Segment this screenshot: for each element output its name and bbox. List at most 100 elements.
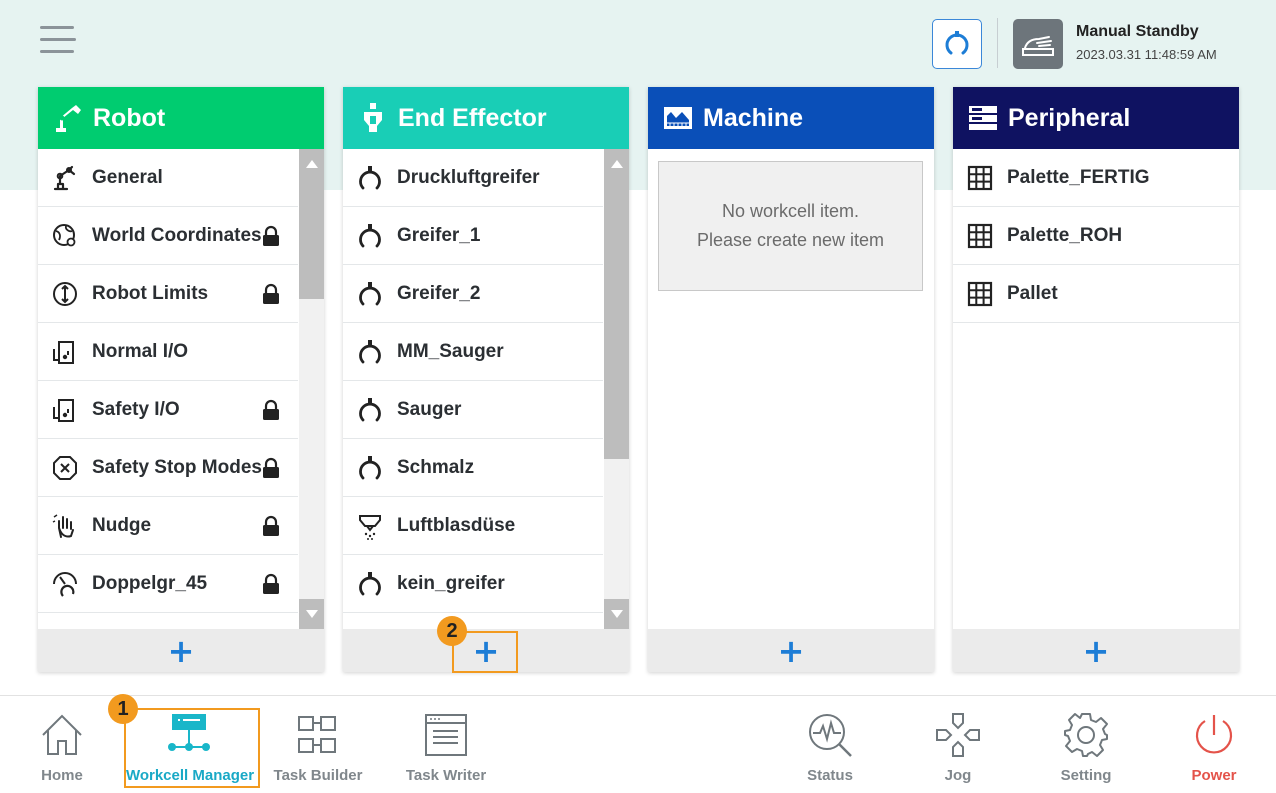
gripper-state-icon <box>945 31 969 55</box>
io-icon <box>50 337 80 367</box>
lock-icon <box>263 457 279 478</box>
scroll-up-icon[interactable] <box>299 149 324 179</box>
gripper-icon <box>355 395 385 425</box>
lock-icon <box>263 283 279 304</box>
peripheral-icon <box>967 102 999 134</box>
gripper-icon <box>355 453 385 483</box>
item-label: Pallet <box>1007 282 1058 304</box>
machine-panel-header: Machine <box>648 87 934 149</box>
nav-power[interactable]: Power <box>1149 711 1276 791</box>
robot-panel-title: Robot <box>93 103 166 132</box>
end-effector-panel-header: End Effector <box>343 87 629 149</box>
peripheral-item[interactable]: Palette_FERTIG <box>953 149 1239 207</box>
item-label: Luftblasdüse <box>397 514 516 536</box>
status-timestamp: 2023.03.31 11:48:59 AM <box>1076 47 1217 62</box>
globe-coordinates-icon <box>50 221 80 251</box>
end-effector-item[interactable]: Luftblasdüse <box>343 497 603 555</box>
item-label: kein_greifer <box>397 572 505 594</box>
peripheral-item-list: Palette_FERTIG Palette_ROH Pallet <box>953 149 1239 629</box>
scroll-down-icon[interactable] <box>604 599 629 629</box>
end-effector-scrollbar[interactable] <box>604 149 629 629</box>
plus-icon: + <box>1082 631 1110 670</box>
item-label: Safety Stop Modes <box>92 456 262 478</box>
robot-item-normal-io[interactable]: Normal I/O <box>38 323 298 381</box>
robot-item-safety-stop-modes[interactable]: Safety Stop Modes <box>38 439 298 497</box>
air-nozzle-icon <box>355 511 385 541</box>
item-label: General <box>92 166 163 188</box>
end-effector-item[interactable]: Druckluftgreifer <box>343 149 603 207</box>
item-label: Palette_FERTIG <box>1007 166 1150 188</box>
lock-icon <box>263 225 279 246</box>
nav-label: Task Builder <box>273 767 363 784</box>
robot-item-robot-limits[interactable]: Robot Limits <box>38 265 298 323</box>
robot-scrollbar[interactable] <box>299 149 324 629</box>
hand-touch-icon <box>50 511 80 541</box>
scroll-up-icon[interactable] <box>604 149 629 179</box>
scroll-thumb[interactable] <box>604 179 629 459</box>
empty-state-message: No workcell item. Please create new item <box>658 161 923 291</box>
scroll-thumb[interactable] <box>299 179 324 299</box>
end-effector-item[interactable]: kein_greifer <box>343 555 603 613</box>
scroll-down-icon[interactable] <box>299 599 324 629</box>
nav-home[interactable]: Home <box>0 711 127 791</box>
robot-panel-header: Robot <box>38 87 324 149</box>
item-label: Greifer_1 <box>397 224 481 246</box>
nav-task-builder[interactable]: Task Builder <box>253 711 383 791</box>
end-effector-item[interactable]: Greifer_1 <box>343 207 603 265</box>
lock-icon <box>263 399 279 420</box>
nav-status[interactable]: Status <box>765 711 895 791</box>
robot-item-list: General World Coordinates Robot Limits N… <box>38 149 324 629</box>
peripheral-item[interactable]: Palette_ROH <box>953 207 1239 265</box>
nav-label: Home <box>41 767 83 784</box>
robot-item-world-coordinates[interactable]: World Coordinates <box>38 207 298 265</box>
robot-item-safety-io[interactable]: Safety I/O <box>38 381 298 439</box>
nav-task-writer[interactable]: Task Writer <box>381 711 511 791</box>
robot-add-button[interactable]: + <box>38 629 324 672</box>
nav-setting[interactable]: Setting <box>1021 711 1151 791</box>
grid-icon <box>965 279 995 309</box>
peripheral-panel-header: Peripheral <box>953 87 1239 149</box>
end-effector-item[interactable]: Sauger <box>343 381 603 439</box>
nav-label: Task Writer <box>405 767 487 784</box>
item-label: Palette_ROH <box>1007 224 1123 246</box>
end-effector-item[interactable]: MM_Sauger <box>343 323 603 381</box>
machine-panel-title: Machine <box>703 103 804 132</box>
nav-label: Status <box>807 767 853 784</box>
nav-jog[interactable]: Jog <box>893 711 1023 791</box>
end-effector-item[interactable]: Greifer_2 <box>343 265 603 323</box>
end-effector-icon <box>357 102 389 134</box>
limits-icon <box>50 279 80 309</box>
callout-badge-2: 2 <box>437 616 467 646</box>
power-icon <box>1190 711 1238 759</box>
item-label: MM_Sauger <box>397 340 504 362</box>
robot-item-general[interactable]: General <box>38 149 298 207</box>
end-effector-panel-title: End Effector <box>398 103 547 132</box>
nav-label: Setting <box>1060 767 1112 784</box>
robot-item-partial[interactable] <box>38 613 298 629</box>
peripheral-add-button[interactable]: + <box>953 629 1239 672</box>
end-effector-item-partial[interactable] <box>343 613 603 629</box>
manual-mode-hand-icon <box>1013 19 1063 69</box>
plus-icon: + <box>777 631 805 670</box>
empty-state-line-1: No workcell item. <box>721 201 860 221</box>
end-effector-item-list: Druckluftgreifer Greifer_1 Greifer_2 MM_… <box>343 149 629 629</box>
peripheral-panel-title: Peripheral <box>1008 103 1131 132</box>
header-divider <box>997 18 998 68</box>
robot-panel: Robot General World Coordinates Robot Li… <box>38 87 324 672</box>
peripheral-panel: Peripheral Palette_FERTIG Palette_ROH Pa… <box>953 87 1239 672</box>
callout-highlight-workcell-manager <box>124 708 260 788</box>
peripheral-item[interactable]: Pallet <box>953 265 1239 323</box>
robot-connection-button[interactable] <box>932 19 982 69</box>
grid-icon <box>965 221 995 251</box>
callout-badge-1: 1 <box>108 694 138 724</box>
menu-icon[interactable] <box>40 26 76 58</box>
item-label: Druckluftgreifer <box>397 166 540 188</box>
end-effector-item[interactable]: Schmalz <box>343 439 603 497</box>
robot-item-doppelgr-45[interactable]: Doppelgr_45 <box>38 555 298 613</box>
task-writer-icon <box>422 711 470 759</box>
robot-item-nudge[interactable]: Nudge <box>38 497 298 555</box>
machine-add-button[interactable]: + <box>648 629 934 672</box>
gripper-icon <box>355 569 385 599</box>
item-label: Doppelgr_45 <box>92 572 208 594</box>
status-title: Manual Standby <box>1076 23 1199 40</box>
